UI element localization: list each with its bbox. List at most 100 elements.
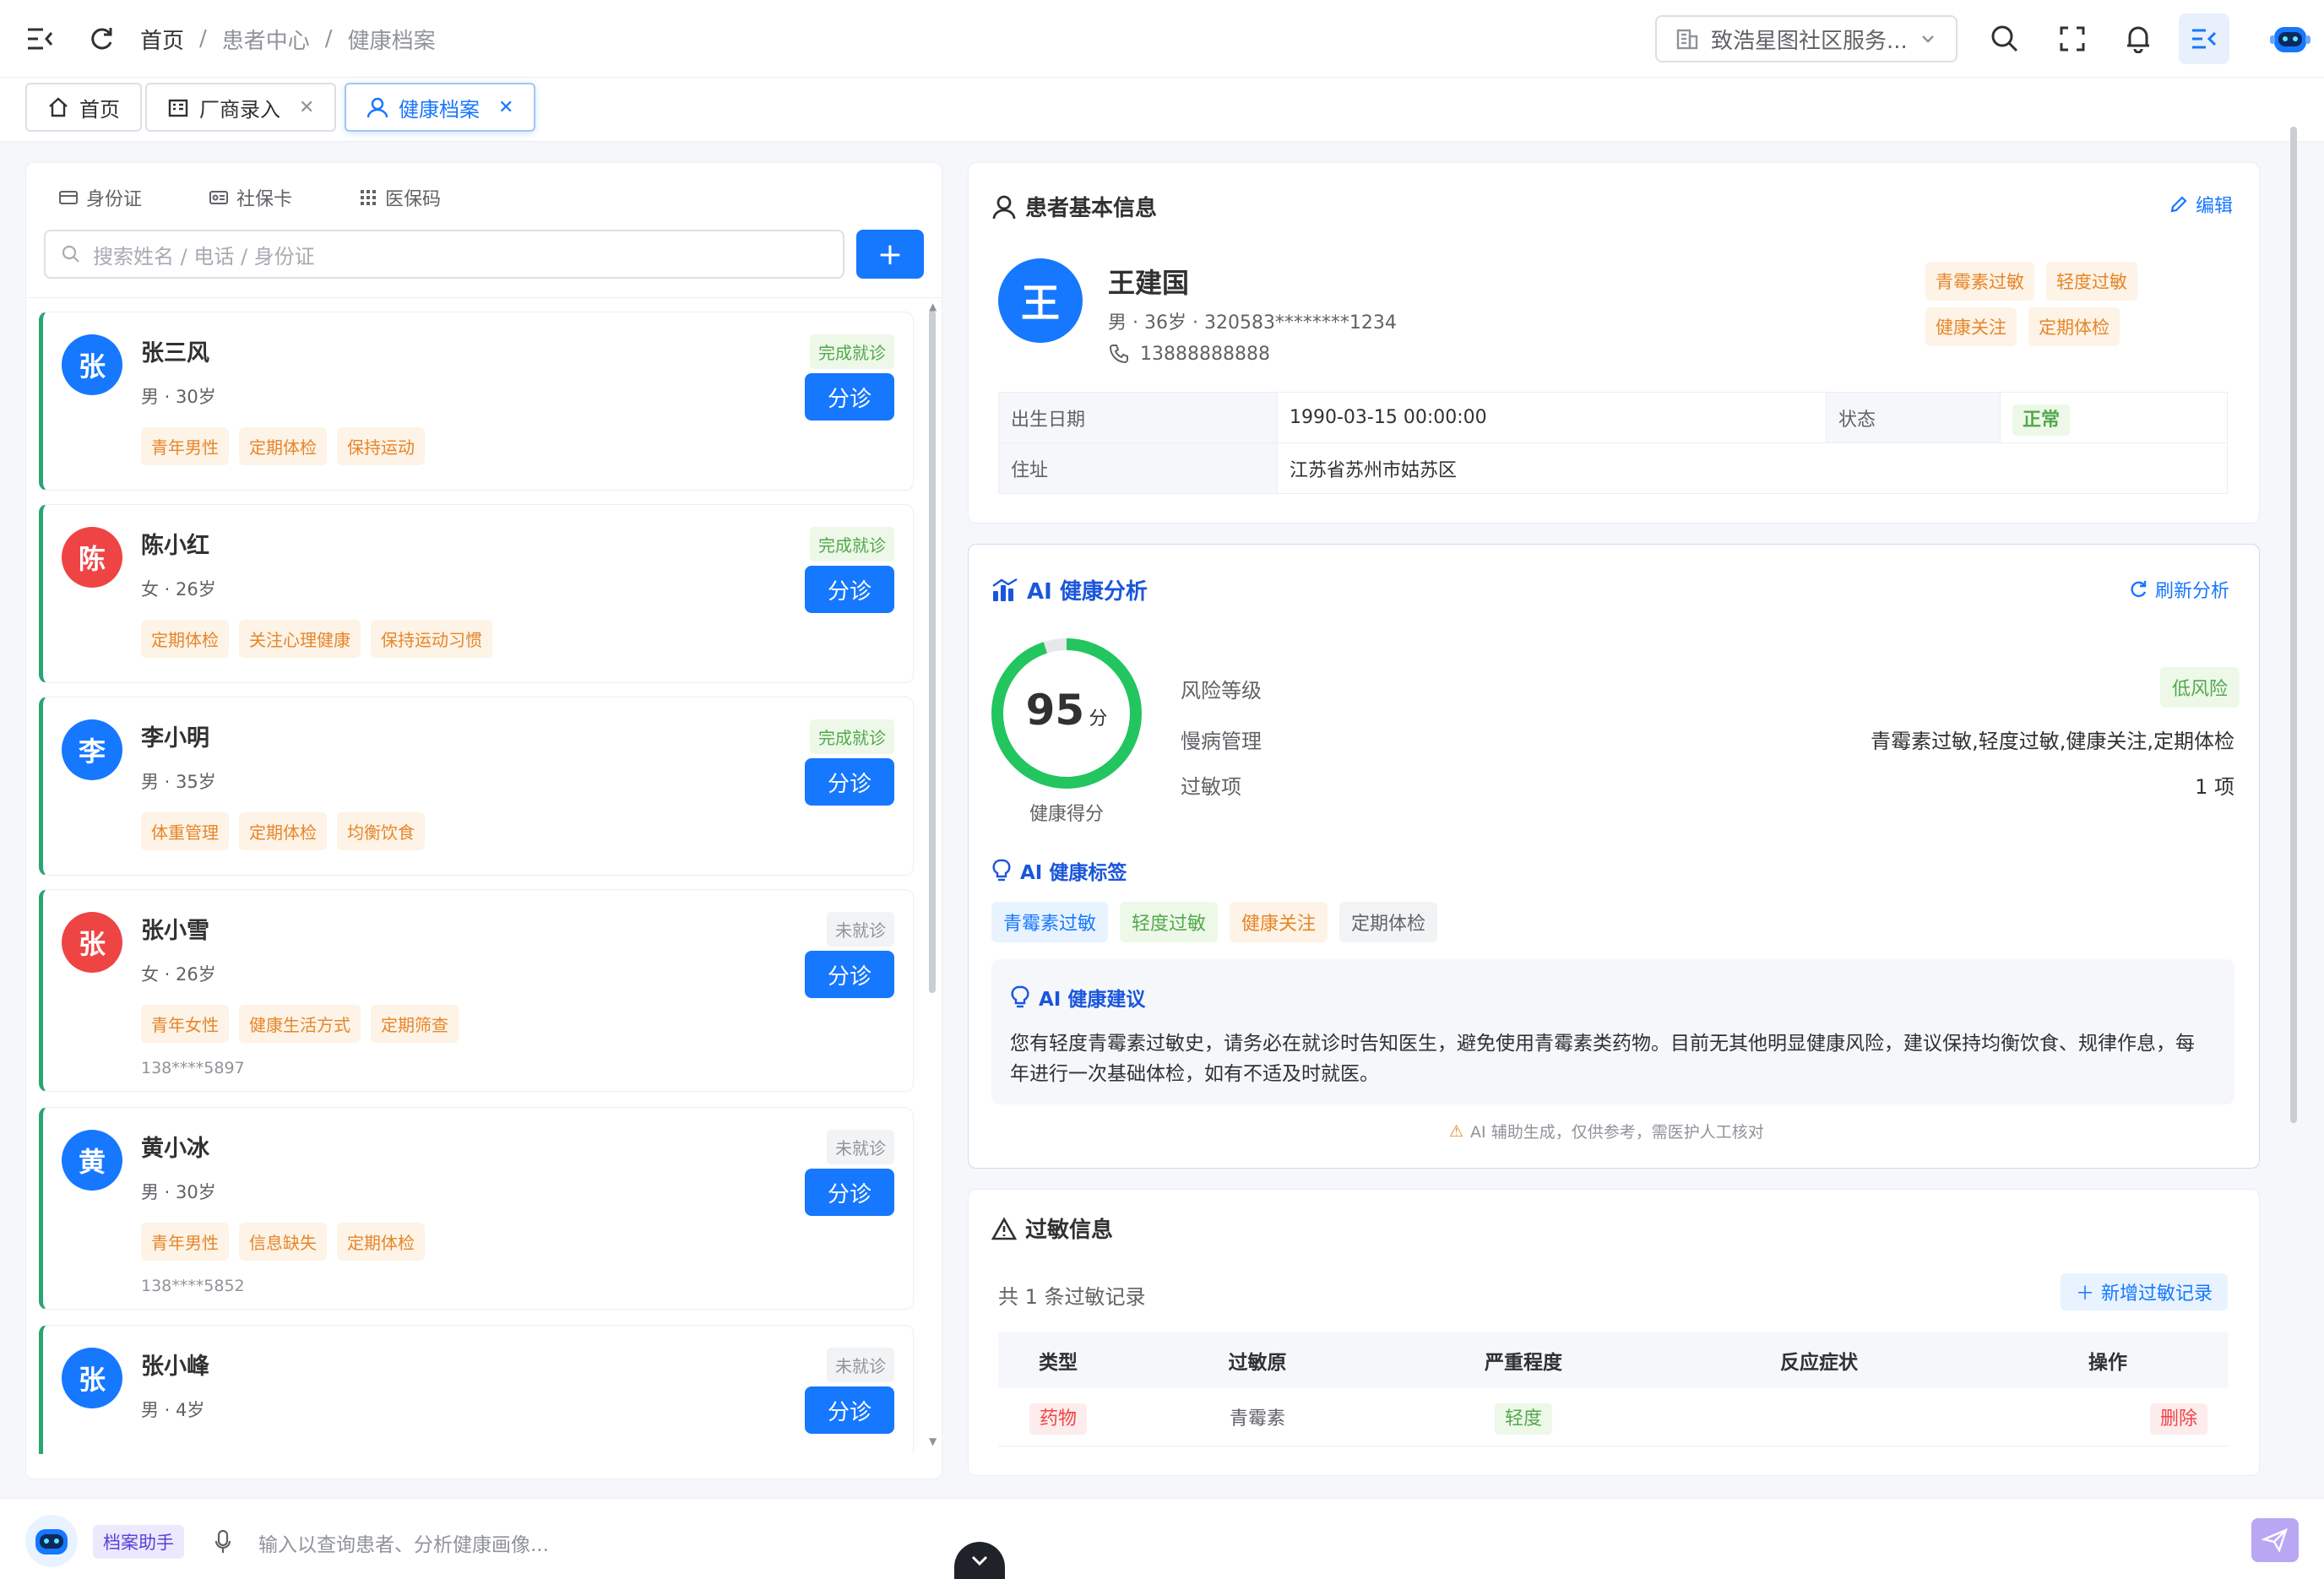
patient-card[interactable]: 张张小雪女 · 26岁 青年女性 健康生活方式 定期筛查 138****5897 未就诊分… <box>39 889 914 1092</box>
add-patient-button[interactable]: + <box>856 230 924 279</box>
severity-badge: 轻度 <box>1494 1403 1552 1435</box>
tab-home[interactable]: 首页 <box>25 83 142 132</box>
phone-icon <box>1109 345 1128 364</box>
ai-tag: 轻度过敏 <box>1120 902 1219 942</box>
avatar: 黄 <box>62 1130 122 1191</box>
patient-tag: 健康生活方式 <box>239 1005 361 1043</box>
advice-line: 年进行一次基础体检，如有不适及时就医。 <box>1010 1063 1379 1085</box>
section-title: AI 健康标签 <box>1020 862 1127 884</box>
patient-phone: 13888888888 <box>1108 343 1270 365</box>
grid-icon <box>361 190 377 205</box>
tab-insurance-code[interactable]: 医保码 <box>360 184 441 211</box>
column-header: 类型 <box>998 1332 1118 1388</box>
list-scrollbar[interactable] <box>929 311 936 993</box>
patient-tag: 健康关注 <box>1925 307 2017 346</box>
side-panel-toggle-icon[interactable] <box>2179 14 2229 64</box>
patient-search-input[interactable]: 搜索姓名 / 电话 / 身份证 <box>44 230 844 279</box>
building-icon <box>168 99 188 117</box>
org-select[interactable]: 致浩星图社区服务... <box>1655 15 1957 62</box>
ai-tag: 定期体检 <box>1339 902 1438 942</box>
home-icon <box>49 97 68 117</box>
refresh-icon <box>2131 581 2147 598</box>
patient-tag: 关注心理健康 <box>239 620 361 658</box>
patient-name: 黄小冰 <box>141 1136 209 1162</box>
edit-label: 编辑 <box>2196 196 2234 217</box>
breadcrumb-patient-center[interactable]: 患者中心 <box>222 24 310 55</box>
patient-name: 陈小红 <box>141 533 209 559</box>
chat-input[interactable]: 输入以查询患者、分析健康画像... <box>258 1528 549 1557</box>
patient-meta: 女 · 26岁 <box>141 579 216 600</box>
search-icon[interactable] <box>1979 14 2030 64</box>
tab-vendor-entry[interactable]: 厂商录入 ✕ <box>145 83 337 132</box>
warning-icon: ⚠ <box>1449 1121 1464 1141</box>
triage-button[interactable]: 分诊 <box>805 758 894 806</box>
score-caption: 健康得分 <box>1029 804 1104 825</box>
scroll-down-arrow[interactable]: ▼ <box>929 1435 937 1447</box>
refresh-icon[interactable] <box>84 22 118 56</box>
patient-meta: 男 · 35岁 <box>141 772 216 792</box>
collapse-menu-icon[interactable] <box>24 22 57 56</box>
avatar: 王 <box>998 258 1083 343</box>
triage-button[interactable]: 分诊 <box>805 951 894 998</box>
address-value: 江苏省苏州市姑苏区 <box>1277 442 2228 494</box>
patient-tag: 均衡饮食 <box>337 812 425 850</box>
severity-cell: 轻度 <box>1397 1388 1650 1446</box>
triage-button[interactable]: 分诊 <box>805 1386 894 1434</box>
panel-title: AI 健康分析 <box>1027 579 1148 605</box>
patient-name: 李小明 <box>141 725 209 752</box>
robot-avatar-icon[interactable] <box>2268 19 2312 59</box>
assistant-avatar-icon <box>25 1515 78 1567</box>
patient-phone: 138****5897 <box>141 1059 245 1077</box>
avatar: 张 <box>62 1348 122 1408</box>
column-header: 操作 <box>1988 1332 2228 1388</box>
advice-line: 您有轻度青霉素过敏史，请务必在就诊时告知医生，避免使用青霉素类药物。目前无其他明… <box>1010 1033 2195 1055</box>
delete-button[interactable]: 删除 <box>2149 1403 2207 1435</box>
patient-meta: 男 · 4岁 <box>141 1400 205 1420</box>
ai-tag: 青霉素过敏 <box>991 902 1109 942</box>
close-icon[interactable]: ✕ <box>299 97 314 118</box>
status-badge: 正常 <box>2012 404 2071 436</box>
allergy-header: 过敏信息 <box>991 1213 1113 1244</box>
patient-name: 张小雪 <box>141 918 209 944</box>
tab-health-record[interactable]: 健康档案 ✕ <box>345 83 536 132</box>
triage-button[interactable]: 分诊 <box>805 566 894 613</box>
refresh-label: 刷新分析 <box>2155 581 2230 602</box>
tab-social-card[interactable]: 社保卡 <box>209 184 292 211</box>
org-select-value: 致浩星图社区服务... <box>1711 28 1907 54</box>
patient-card[interactable]: 陈陈小红女 · 26岁 定期体检 关注心理健康 保持运动习惯 完成就诊 分诊 <box>39 504 914 683</box>
risk-badge: 低风险 <box>2160 667 2240 708</box>
tab-id-card[interactable]: 身份证 <box>59 184 142 211</box>
ai-advice-text: 您有轻度青霉素过敏史，请务必在就诊时告知医生，避免使用青霉素类药物。目前无其他明… <box>1010 1028 2195 1089</box>
fullscreen-icon[interactable] <box>2047 14 2098 64</box>
patient-name: 王建国 <box>1108 267 1190 299</box>
patient-card[interactable]: 张张三风男 · 30岁 青年男性 定期体检 保持运动 完成就诊 分诊 <box>39 312 914 491</box>
allergen-cell: 青霉素 <box>1118 1388 1397 1446</box>
phone-value: 13888888888 <box>1140 343 1270 365</box>
edit-button[interactable]: 编辑 <box>2169 191 2233 218</box>
scroll-up-arrow[interactable]: ▲ <box>929 301 937 312</box>
address-label: 住址 <box>998 442 1278 494</box>
avatar: 张 <box>62 912 122 973</box>
button-label: 新增过敏记录 <box>2101 1283 2213 1305</box>
patient-tag: 保持运动习惯 <box>371 620 492 658</box>
patient-tag: 体重管理 <box>141 812 229 850</box>
patient-card[interactable]: 黄黄小冰男 · 30岁 青年男性 信息缺失 定期体检 138****5852 未就诊 分诊 <box>39 1107 914 1310</box>
send-icon <box>2262 1527 2288 1553</box>
allergy-count-label: 过敏项 <box>1181 775 1241 799</box>
patient-card[interactable]: 张张小峰男 · 4岁 未就诊 分诊 <box>39 1325 914 1454</box>
triage-button[interactable]: 分诊 <box>805 373 894 421</box>
lightbulb-icon <box>992 859 1011 882</box>
breadcrumb-home[interactable]: 首页 <box>140 24 184 55</box>
bell-icon[interactable] <box>2113 14 2164 64</box>
add-allergy-button[interactable]: ＋ 新增过敏记录 <box>2061 1273 2229 1310</box>
triage-button[interactable]: 分诊 <box>805 1169 894 1216</box>
close-icon[interactable]: ✕ <box>498 97 513 118</box>
patient-tag: 定期体检 <box>141 620 229 658</box>
page-scrollbar[interactable] <box>2290 127 2297 1123</box>
refresh-analysis-button[interactable]: 刷新分析 <box>2128 576 2229 603</box>
send-button[interactable] <box>2251 1518 2299 1562</box>
patient-card[interactable]: 李李小明男 · 35岁 体重管理 定期体检 均衡饮食 完成就诊 分诊 <box>39 697 914 876</box>
ai-disclaimer: ⚠ AI 辅助生成，仅供参考，需医护人工核对 <box>1449 1120 1764 1142</box>
patient-tags: 青年男性 定期体检 保持运动 <box>141 427 425 465</box>
microphone-icon[interactable] <box>211 1528 235 1555</box>
